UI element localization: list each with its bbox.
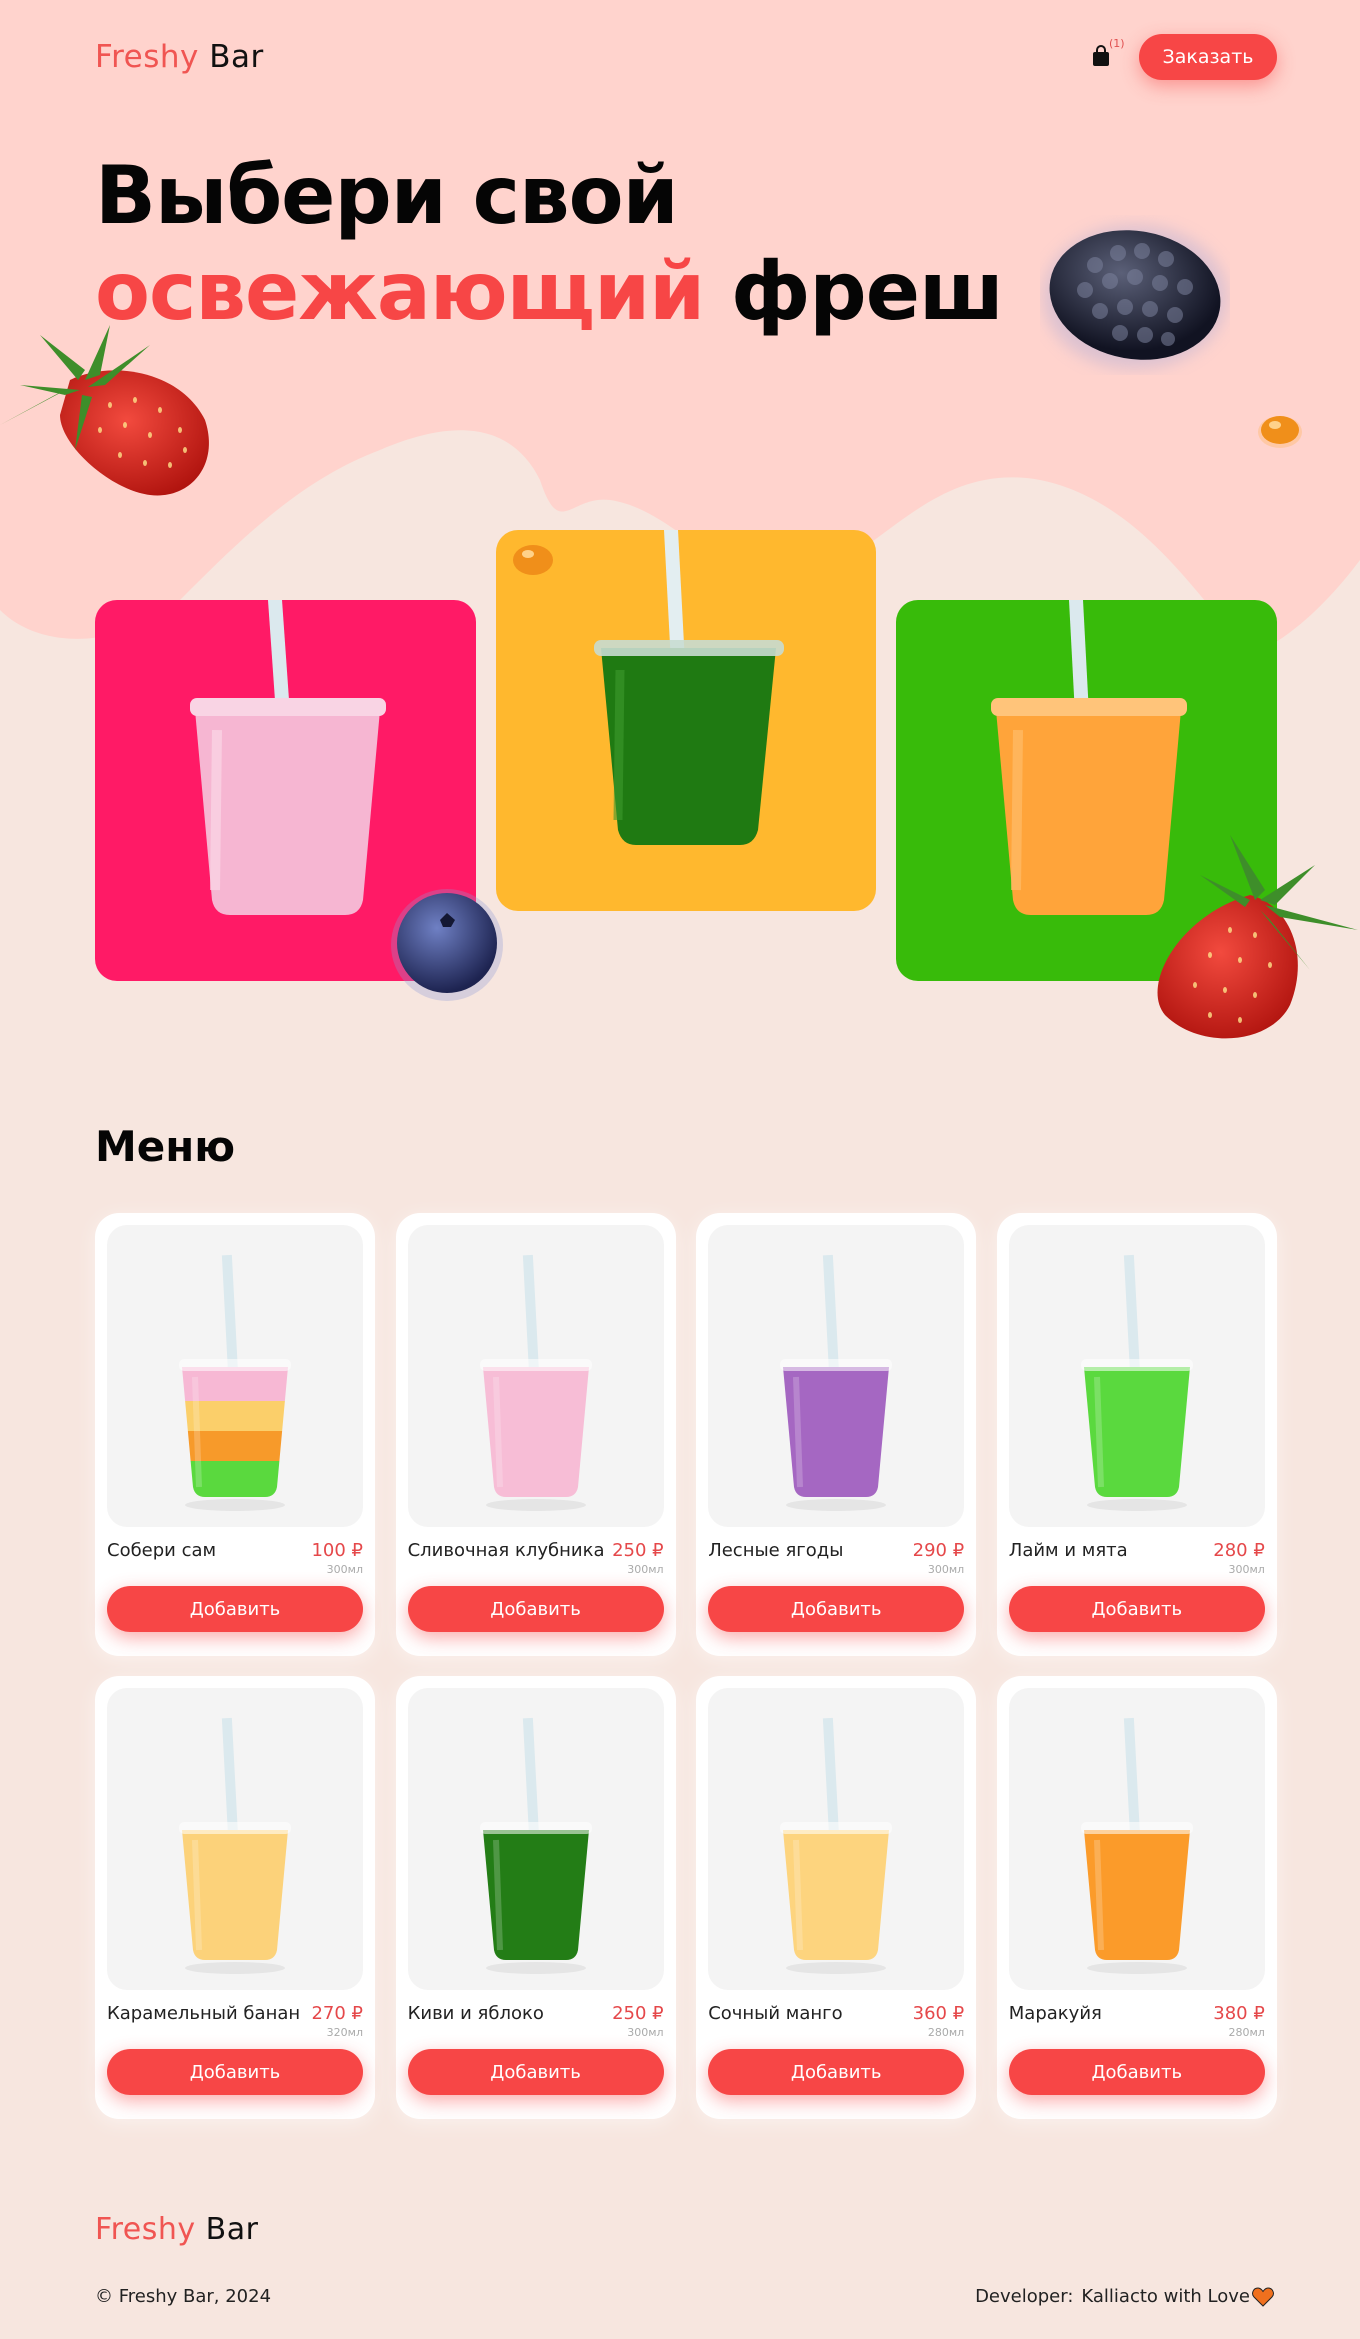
add-to-cart-button[interactable]: Добавить <box>107 1586 363 1632</box>
menu-card: Маракуйя 380 ₽ 280мл Добавить <box>996 1676 1277 2119</box>
product-image <box>107 1688 363 1990</box>
product-image <box>1008 1225 1265 1527</box>
add-to-cart-button[interactable]: Добавить <box>708 2049 965 2095</box>
menu-card: Лайм и мята 280 ₽ 300мл Добавить <box>996 1213 1277 1656</box>
product-name: Сливочная клубника <box>407 1540 605 1561</box>
drink-cup-image <box>179 1254 291 1511</box>
product-price: 380 ₽ <box>1213 2003 1265 2024</box>
drink-cup-image <box>179 1717 291 1974</box>
product-image <box>107 1225 363 1527</box>
blackberry-image <box>1043 225 1227 369</box>
product-image <box>407 1225 664 1527</box>
drink-cup-image <box>1080 1717 1193 1974</box>
product-price: 360 ₽ <box>912 2003 965 2024</box>
kiwi-drink-cup <box>594 530 784 845</box>
menu-card: Лесные ягоды 290 ₽ 300мл Добавить <box>696 1213 977 1656</box>
product-price: 280 ₽ <box>1213 1540 1265 1561</box>
product-volume: 320мл <box>326 2026 363 2039</box>
orange-berry-image <box>1258 416 1302 448</box>
product-name: Киви и яблоко <box>407 2003 544 2024</box>
menu-grid: Собери сам 100 ₽ 300мл Добавить Сливочна… <box>95 1213 1277 2119</box>
add-to-cart-button[interactable]: Добавить <box>407 2049 664 2095</box>
product-volume: 300мл <box>927 1563 965 1576</box>
product-name: Сочный манго <box>708 2003 843 2024</box>
strawberry-image <box>0 325 209 496</box>
developer-credit: Developer: Kalliacto with Love <box>975 2286 1274 2307</box>
product-price: 250 ₽ <box>612 2003 664 2024</box>
drink-cup-image <box>780 1717 893 1974</box>
product-image <box>708 1688 965 1990</box>
product-name: Лесные ягоды <box>708 1540 844 1561</box>
developer-link[interactable]: Kalliacto with Love <box>1081 2286 1250 2307</box>
logo-freshy: Freshy <box>95 2212 196 2247</box>
drink-cup-image <box>479 1254 592 1511</box>
product-volume: 300мл <box>326 1563 363 1576</box>
product-name: Собери сам <box>107 1540 217 1561</box>
hero-title-end: фреш <box>731 245 1004 338</box>
cart-button[interactable]: (1) <box>1091 37 1125 69</box>
menu-card: Сочный манго 360 ₽ 280мл Добавить <box>696 1676 977 2119</box>
logo-bar: Bar <box>209 39 264 75</box>
product-volume: 280мл <box>1228 2026 1265 2039</box>
drink-cup-image <box>479 1717 592 1974</box>
blueberry-image <box>391 889 503 1001</box>
product-name: Маракуйя <box>1008 2003 1102 2024</box>
shopping-bag-icon <box>1093 45 1109 66</box>
product-image <box>407 1688 664 1990</box>
drink-cup-image <box>780 1254 893 1511</box>
logo-bar: Bar <box>205 2212 259 2247</box>
header-actions: (1) Заказать <box>1091 34 1277 80</box>
strawberry-image <box>1157 835 1358 1039</box>
add-to-cart-button[interactable]: Добавить <box>407 1586 664 1632</box>
product-price: 100 ₽ <box>311 1540 363 1561</box>
product-volume: 300мл <box>627 1563 664 1576</box>
cart-count-badge: (1) <box>1109 37 1125 50</box>
heart-icon <box>1252 2286 1274 2307</box>
product-name: Лайм и мята <box>1008 1540 1128 1561</box>
orange-berry-image <box>513 545 553 575</box>
add-to-cart-button[interactable]: Добавить <box>1008 1586 1265 1632</box>
menu-card: Карамельный банан 270 ₽ 320мл Добавить <box>95 1676 375 2119</box>
product-price: 290 ₽ <box>912 1540 965 1561</box>
footer-logo[interactable]: Freshy Bar <box>95 2212 258 2247</box>
hero-title-line1: Выбери свой <box>95 149 679 242</box>
logo-freshy: Freshy <box>95 39 199 75</box>
developer-label: Developer: <box>975 2286 1074 2307</box>
logo[interactable]: Freshy Bar <box>95 39 264 75</box>
menu-card: Киви и яблоко 250 ₽ 300мл Добавить <box>395 1676 676 2119</box>
order-button[interactable]: Заказать <box>1139 34 1277 80</box>
hero-title: Выбери свой освежающий фреш <box>95 148 1004 340</box>
menu-title: Меню <box>95 1122 236 1171</box>
site-header: Freshy Bar (1) Заказать <box>95 32 1277 82</box>
add-to-cart-button[interactable]: Добавить <box>1008 2049 1265 2095</box>
copyright-text: © Freshy Bar, 2024 <box>95 2286 272 2307</box>
product-image <box>708 1225 965 1527</box>
product-image <box>1008 1688 1265 1990</box>
menu-card: Собери сам 100 ₽ 300мл Добавить <box>95 1213 375 1656</box>
drink-cup-image <box>1080 1254 1193 1511</box>
add-to-cart-button[interactable]: Добавить <box>107 2049 363 2095</box>
product-volume: 280мл <box>927 2026 965 2039</box>
product-price: 270 ₽ <box>311 2003 363 2024</box>
menu-card: Сливочная клубника 250 ₽ 300мл Добавить <box>395 1213 676 1656</box>
product-price: 250 ₽ <box>612 1540 664 1561</box>
product-name: Карамельный банан <box>107 2003 301 2024</box>
hero-card-yellow <box>496 530 876 911</box>
product-volume: 300мл <box>627 2026 664 2039</box>
product-volume: 300мл <box>1228 1563 1265 1576</box>
add-to-cart-button[interactable]: Добавить <box>708 1586 965 1632</box>
